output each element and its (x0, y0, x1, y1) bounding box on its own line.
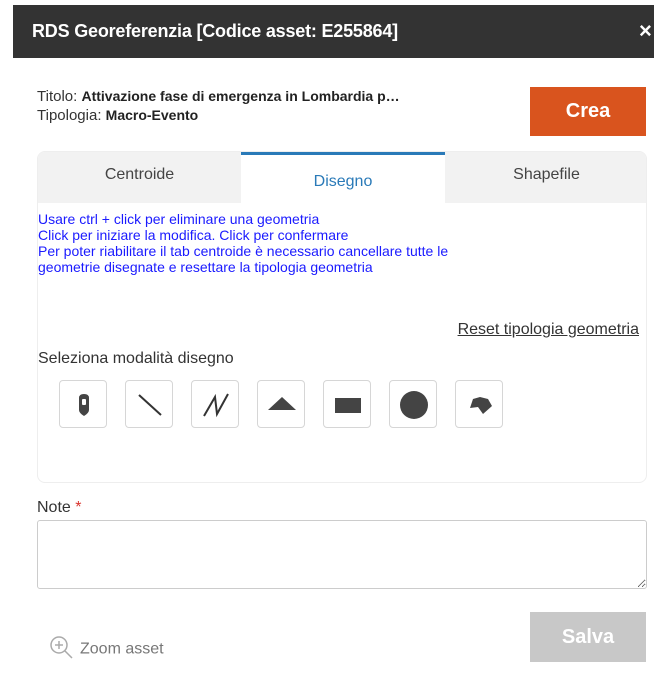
line-icon (138, 394, 162, 416)
draw-polygon-button[interactable] (455, 380, 503, 428)
triangle-icon (268, 397, 296, 410)
salva-button[interactable]: Salva (530, 612, 646, 662)
titolo-row: Titolo: Attivazione fase di emergenza in… (37, 87, 400, 106)
zoom-asset-label: Zoom asset (80, 640, 164, 658)
dialog-titlebar: RDS Georeferenzia [Codice asset: E255864… (13, 5, 654, 58)
tipologia-label: Tipologia: (37, 107, 106, 124)
georef-panel: Centroide Disegno Shapefile Usare ctrl +… (37, 151, 647, 483)
draw-line-button[interactable] (125, 380, 173, 428)
zoom-asset-link[interactable]: Zoom asset (48, 634, 164, 665)
asset-meta: Titolo: Attivazione fase di emergenza in… (37, 87, 400, 125)
tab-shapefile[interactable]: Shapefile (445, 152, 646, 203)
titolo-label: Titolo: (37, 88, 82, 105)
instruction-line: Click per iniziare la modifica. Click pe… (38, 227, 349, 243)
zoom-in-icon (48, 634, 74, 665)
tab-disegno-label: Disegno (313, 173, 373, 190)
close-icon[interactable]: × (639, 18, 652, 44)
circle-icon (400, 391, 428, 419)
draw-polyline-button[interactable] (191, 380, 239, 428)
polygon-icon (470, 397, 492, 414)
tab-centroide[interactable]: Centroide (38, 152, 241, 203)
dialog-title: RDS Georeferenzia [Codice asset: E255864… (32, 21, 398, 41)
polyline-icon (203, 393, 229, 418)
note-textarea[interactable] (37, 520, 647, 589)
marker-icon (79, 394, 89, 416)
reset-geometry-link[interactable]: Reset tipologia geometria (458, 321, 639, 339)
titolo-value: Attivazione fase di emergenza in Lombard… (81, 88, 400, 104)
note-label-text: Note (37, 499, 71, 516)
tab-centroide-label: Centroide (104, 166, 175, 183)
draw-rectangle-button[interactable] (323, 380, 371, 428)
tab-bar: Centroide Disegno Shapefile (38, 152, 646, 203)
draw-circle-button[interactable] (389, 380, 437, 428)
tab-disegno[interactable]: Disegno (241, 152, 445, 203)
crea-button[interactable]: Crea (530, 87, 646, 136)
draw-marker-button[interactable] (59, 380, 107, 428)
note-label: Note * (37, 499, 81, 517)
instruction-line: geometrie disegnate e resettare la tipol… (38, 259, 373, 275)
draw-triangle-button[interactable] (257, 380, 305, 428)
tipologia-value: Macro-Evento (105, 107, 199, 123)
rectangle-icon (335, 398, 361, 413)
required-mark: * (75, 499, 82, 516)
instruction-line: Usare ctrl + click per eliminare una geo… (38, 211, 320, 227)
tipologia-row: Tipologia: Macro-Evento (37, 106, 400, 125)
draw-mode-label: Seleziona modalità disegno (38, 350, 234, 367)
instruction-line: Per poter riabilitare il tab centroide è… (38, 243, 449, 259)
georeferenzia-dialog: RDS Georeferenzia [Codice asset: E255864… (0, 0, 654, 681)
draw-instructions: Usare ctrl + click per eliminare una geo… (38, 211, 628, 275)
tab-shapefile-label: Shapefile (513, 166, 580, 183)
